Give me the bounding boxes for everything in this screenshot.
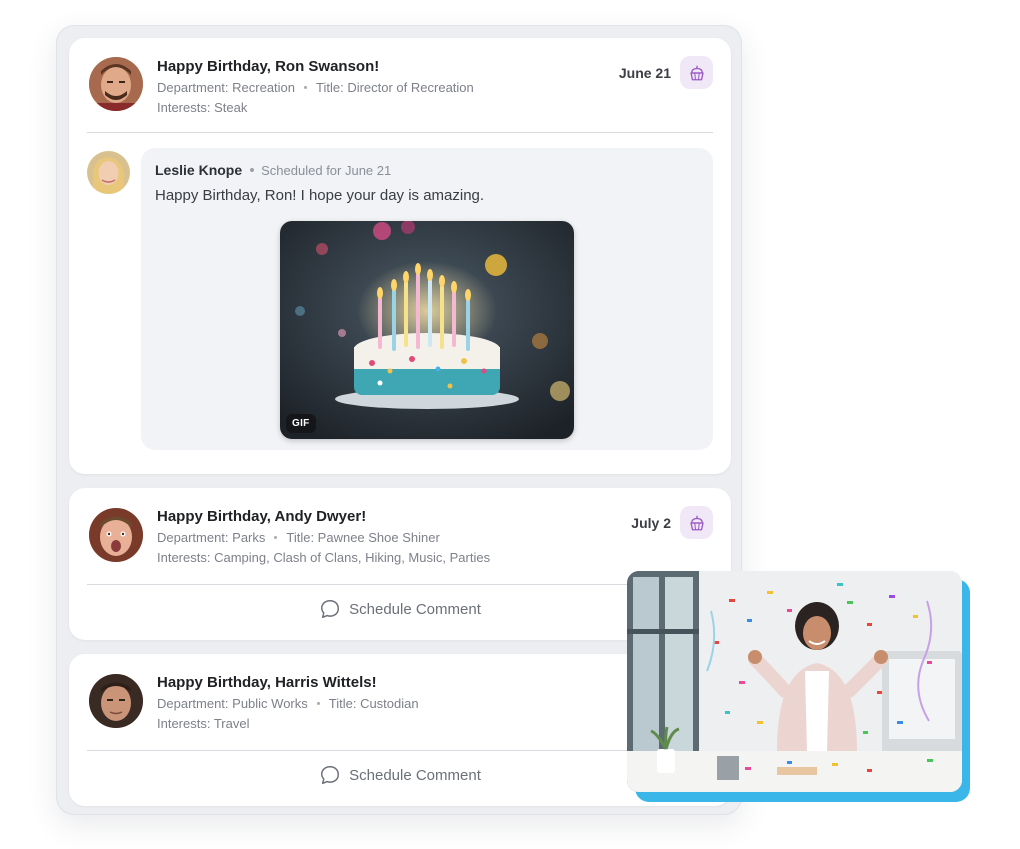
separator-dot xyxy=(304,86,308,90)
interests-label: Interests: Steak xyxy=(157,100,248,115)
divider xyxy=(87,584,713,585)
scheduled-comment: Leslie Knope Scheduled for June 21 Happy … xyxy=(141,148,713,450)
gif-badge: GIF xyxy=(286,414,316,433)
divider xyxy=(87,132,713,133)
speech-bubble-icon xyxy=(321,600,340,618)
card-header: Happy Birthday, Harris Wittels! Departme… xyxy=(157,674,419,734)
department-label: Department: Parks xyxy=(157,530,266,545)
schedule-comment-label: Schedule Comment xyxy=(349,766,481,784)
cupcake-icon xyxy=(689,65,704,80)
avatar[interactable] xyxy=(89,508,143,562)
birthday-card-ron: Happy Birthday, Ron Swanson! Department:… xyxy=(69,38,731,474)
birthday-cake-gif[interactable]: GIF xyxy=(280,221,574,439)
birthday-date: June 21 xyxy=(618,65,671,81)
cupcake-icon xyxy=(689,515,704,530)
employee-meta: Department: Public Works Title: Custodian xyxy=(157,694,419,714)
avatar[interactable] xyxy=(89,57,143,111)
employee-meta: Department: Recreation Title: Director of… xyxy=(157,78,474,98)
department-label: Department: Recreation xyxy=(157,80,296,95)
birthday-date: July 2 xyxy=(631,515,671,531)
comment-message: Happy Birthday, Ron! I hope your day is … xyxy=(155,187,485,204)
commenter-avatar[interactable] xyxy=(87,151,130,194)
card-header: Happy Birthday, Andy Dwyer! Department: … xyxy=(157,508,490,568)
card-header: Happy Birthday, Ron Swanson! Department:… xyxy=(157,58,474,118)
avatar[interactable] xyxy=(89,674,143,728)
interests-label: Interests: Travel xyxy=(157,716,250,731)
interests-label: Interests: Camping, Clash of Clans, Hiki… xyxy=(157,550,491,565)
birthday-title: Happy Birthday, Andy Dwyer! xyxy=(157,508,367,525)
scheduled-label: Scheduled for June 21 xyxy=(261,163,392,178)
cupcake-badge[interactable] xyxy=(680,506,713,539)
separator-dot xyxy=(274,536,278,540)
separator-dot xyxy=(250,167,255,172)
separator-dot xyxy=(316,702,320,706)
speech-bubble-icon xyxy=(321,766,340,784)
birthday-title: Happy Birthday, Ron Swanson! xyxy=(157,58,380,75)
cupcake-badge[interactable] xyxy=(680,56,713,89)
title-label: Title: Pawnee Shoe Shiner xyxy=(286,530,440,545)
schedule-comment-label: Schedule Comment xyxy=(349,600,481,618)
birthday-title: Happy Birthday, Harris Wittels! xyxy=(157,674,377,691)
title-label: Title: Director of Recreation xyxy=(316,80,474,95)
commenter-name[interactable]: Leslie Knope xyxy=(155,162,242,178)
comment-header: Leslie Knope Scheduled for June 21 xyxy=(155,162,391,178)
employee-meta: Department: Parks Title: Pawnee Shoe Shin… xyxy=(157,528,490,548)
divider xyxy=(87,750,713,751)
celebration-image xyxy=(627,571,962,792)
title-label: Title: Custodian xyxy=(328,696,419,711)
department-label: Department: Public Works xyxy=(157,696,308,711)
celebration-photo xyxy=(627,571,970,802)
